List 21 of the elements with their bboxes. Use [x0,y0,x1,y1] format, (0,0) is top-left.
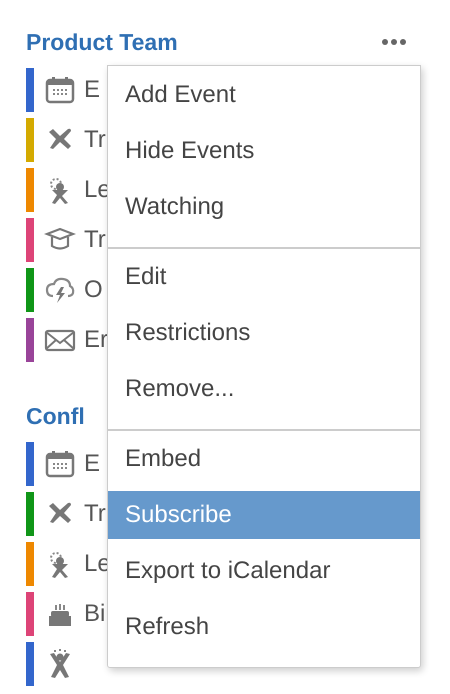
menu-item[interactable]: Refresh [108,599,420,655]
event-type-label[interactable]: E [84,76,100,104]
menu-item[interactable]: Export to iCalendar [108,543,420,599]
event-type-label[interactable]: Er [84,326,108,354]
menu-item[interactable]: Restrictions [108,305,420,361]
menu-item[interactable]: Edit [108,249,420,305]
event-type-label[interactable]: Tr [84,500,106,528]
event-type-label[interactable]: E [84,450,100,478]
calendar-title[interactable]: Product Team [26,28,178,56]
menu-item[interactable]: Embed [108,431,420,487]
menu-item[interactable]: Hide Events [108,123,420,179]
event-type-label[interactable]: Bi [84,600,106,628]
calendar-icon [44,448,76,480]
menu-item[interactable]: Remove... [108,361,420,417]
event-type-label[interactable]: Tr [84,226,106,254]
menu-item[interactable]: Watching [108,179,420,235]
calendar-title[interactable]: Confl [26,402,85,430]
event-type-label[interactable]: O [84,276,103,304]
event-type-label[interactable]: Tr [84,126,106,154]
calendar-icon [44,74,76,106]
menu-item[interactable]: Add Event [108,67,420,123]
